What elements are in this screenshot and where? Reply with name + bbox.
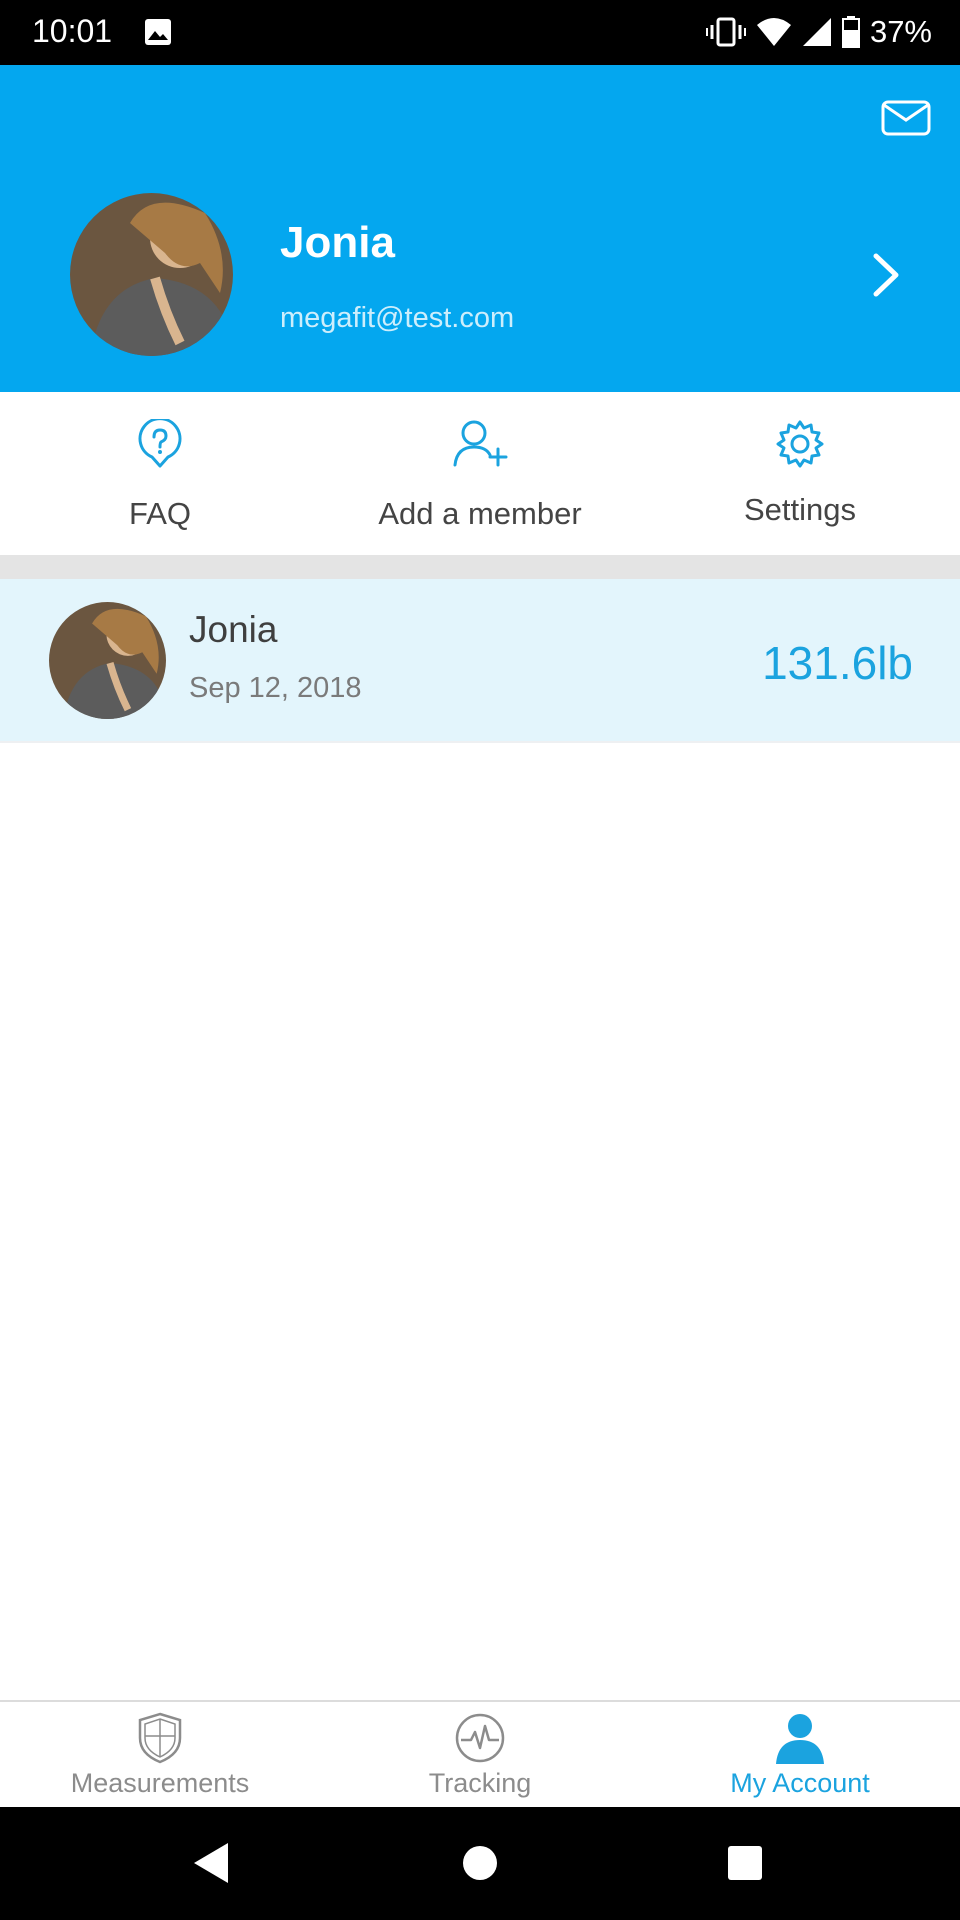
add-member-button[interactable]: Add a member — [320, 392, 640, 555]
bottom-navigation: Measurements Tracking My Account — [0, 1700, 960, 1807]
member-list-item[interactable]: Jonia Sep 12, 2018 131.6lb — [0, 579, 960, 743]
gear-icon — [776, 420, 824, 468]
member-date: Sep 12, 2018 — [189, 672, 362, 704]
home-icon[interactable] — [420, 1807, 540, 1920]
question-circle-icon — [138, 419, 182, 468]
nav-my-account[interactable]: My Account — [640, 1702, 960, 1809]
status-bar: 10:01 37% — [0, 0, 960, 65]
nav-tracking[interactable]: Tracking — [320, 1702, 640, 1809]
battery-icon — [841, 16, 860, 48]
add-person-icon — [453, 420, 508, 467]
faq-label: FAQ — [128, 496, 191, 531]
vibrate-icon — [705, 17, 746, 47]
recents-icon[interactable] — [685, 1807, 805, 1920]
quick-actions: FAQ Add a member Settings — [0, 392, 960, 555]
member-avatar — [49, 602, 166, 719]
section-divider — [0, 555, 960, 579]
shield-icon — [138, 1712, 182, 1764]
member-weight: 131.6lb — [762, 637, 913, 689]
nav-measurements[interactable]: Measurements — [0, 1702, 320, 1809]
add-member-label: Add a member — [378, 496, 582, 531]
status-indicators: 37% — [705, 12, 932, 52]
member-name: Jonia — [189, 609, 278, 650]
back-icon[interactable] — [152, 1807, 272, 1920]
profile-avatar[interactable] — [70, 193, 233, 356]
heartbeat-icon — [455, 1713, 505, 1763]
profile-email: megafit@test.com — [280, 302, 515, 334]
status-time: 10:01 — [32, 13, 113, 49]
nav-measurements-label: Measurements — [70, 1768, 250, 1798]
battery-percent: 37% — [869, 14, 932, 49]
mail-icon[interactable] — [881, 99, 931, 137]
system-navigation-bar — [0, 1807, 960, 1920]
faq-button[interactable]: FAQ — [0, 392, 320, 555]
chevron-right-icon[interactable] — [870, 252, 902, 298]
person-icon — [776, 1714, 824, 1764]
nav-my-account-label: My Account — [730, 1768, 870, 1798]
settings-label: Settings — [743, 492, 856, 527]
wifi-icon — [756, 18, 791, 46]
nav-tracking-label: Tracking — [428, 1768, 532, 1798]
profile-name: Jonia — [280, 218, 395, 267]
image-notification-icon — [145, 19, 171, 45]
settings-button[interactable]: Settings — [640, 392, 960, 555]
cell-signal-icon — [802, 18, 831, 46]
